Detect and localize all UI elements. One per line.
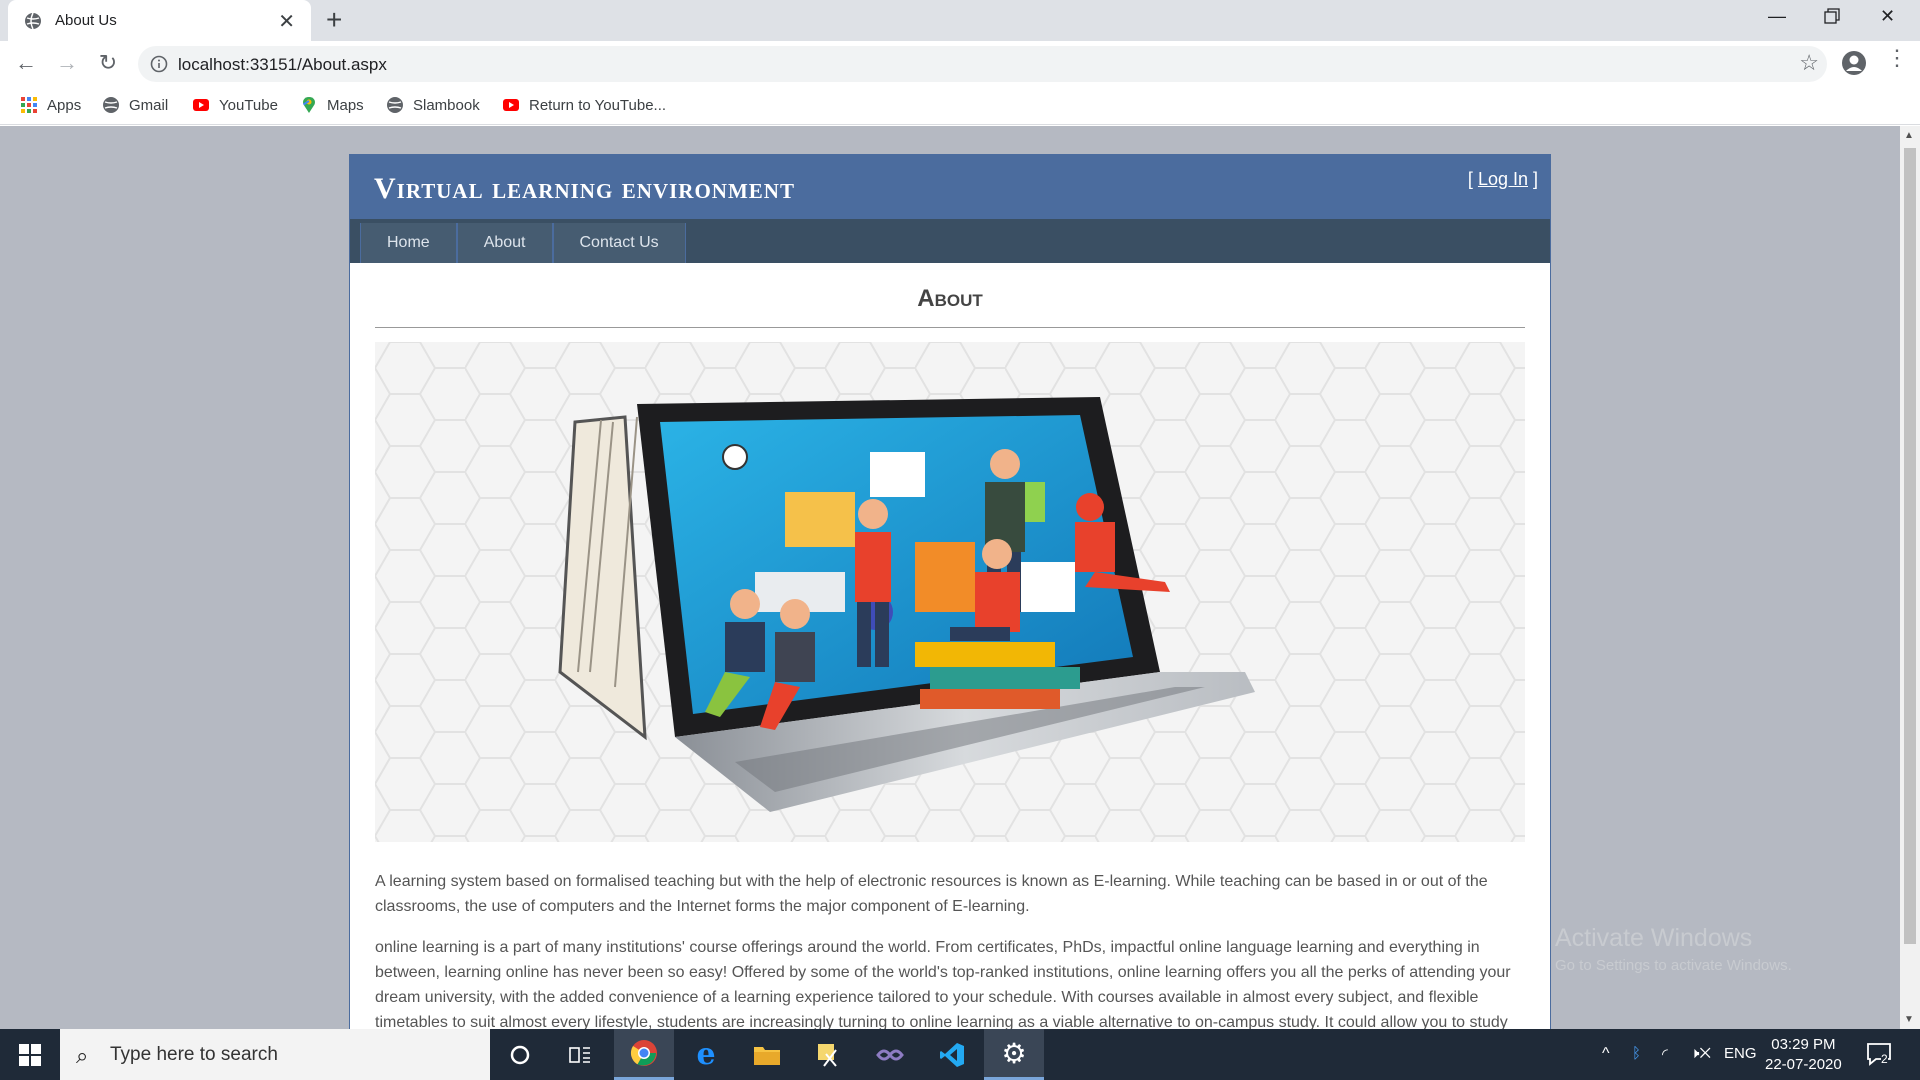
login-link[interactable]: Log In	[1478, 169, 1528, 189]
page-viewport: Virtual learning environment [ Log In ] …	[0, 126, 1900, 1029]
scroll-down-arrow-icon[interactable]: ▼	[1904, 1014, 1914, 1025]
bookmark-label: Maps	[327, 96, 364, 114]
chrome-taskbar-icon[interactable]	[614, 1029, 674, 1080]
site-nav: Home About Contact Us	[350, 219, 1550, 263]
bookmark-apps[interactable]: Apps	[20, 96, 81, 114]
nav-item-home[interactable]: Home	[360, 223, 457, 263]
close-window-icon[interactable]: ✕	[1880, 6, 1895, 27]
bookmark-label: Apps	[47, 96, 82, 114]
wifi-icon[interactable]: ◜	[1662, 1045, 1668, 1063]
minimize-icon[interactable]: —	[1768, 6, 1786, 27]
about-paragraph: A learning system based on formalised te…	[375, 873, 1488, 915]
globe-icon	[387, 97, 403, 113]
bookmark-gmail[interactable]: Gmail	[102, 96, 168, 114]
page-title: About	[375, 263, 1525, 328]
forward-icon[interactable]: →	[53, 49, 81, 77]
taskbar-search[interactable]: ⌕ Type here to search	[60, 1029, 490, 1080]
maps-pin-icon	[302, 97, 315, 113]
scrollbar-thumb[interactable]	[1904, 148, 1916, 944]
bookmarks-bar: Apps Gmail YouTube Maps Slambook Return …	[0, 87, 1920, 125]
snipping-tool-icon[interactable]	[799, 1029, 859, 1080]
login-bracket-open: [	[1467, 169, 1478, 189]
apps-grid-icon	[21, 97, 37, 113]
restore-icon[interactable]	[1824, 8, 1840, 29]
nav-item-about[interactable]: About	[456, 223, 553, 263]
language-indicator[interactable]: ENG	[1724, 1045, 1757, 1062]
address-bar[interactable]: localhost:33151/About.aspx ☆	[138, 46, 1827, 82]
about-paragraph: online learning is a part of many instit…	[375, 939, 1511, 1029]
bookmark-star-icon[interactable]: ☆	[1799, 50, 1819, 76]
info-icon[interactable]	[150, 55, 168, 73]
login-bracket-close: ]	[1527, 169, 1538, 189]
settings-gear-icon[interactable]: ⚙	[984, 1029, 1044, 1080]
nav-item-contact-us[interactable]: Contact Us	[552, 223, 686, 263]
show-hidden-icons-icon[interactable]: ^	[1602, 1045, 1610, 1063]
clock-time: 03:29 PM	[1771, 1036, 1836, 1053]
bookmark-return-to-youtube[interactable]: Return to YouTube...	[502, 96, 666, 114]
start-button[interactable]	[0, 1029, 60, 1080]
url-text: localhost:33151/About.aspx	[178, 55, 387, 74]
reload-icon[interactable]: ↻	[94, 49, 122, 77]
search-icon: ⌕	[76, 1043, 89, 1068]
watermark-title: Activate Windows	[1555, 924, 1753, 952]
cortana-icon[interactable]	[490, 1029, 550, 1080]
task-view-icon[interactable]	[550, 1029, 610, 1080]
search-placeholder: Type here to search	[110, 1044, 278, 1065]
windows-logo-icon	[19, 1043, 41, 1066]
bookmark-label: Slambook	[413, 96, 480, 114]
tab-strip: About Us ✕ + — ✕	[0, 0, 1920, 41]
youtube-icon	[193, 99, 209, 111]
volume-muted-icon[interactable]: 🕨✕	[1690, 1045, 1711, 1062]
browser-toolbar: ← → ↻ localhost:33151/About.aspx ☆ ⋮	[0, 41, 1920, 87]
login-area: [ Log In ]	[1468, 169, 1538, 190]
new-tab-button[interactable]: +	[326, 4, 342, 36]
main-content: About A learning system based on formali…	[350, 263, 1550, 1029]
windows-taskbar: ⌕ Type here to search e ⚙ ^ ᛒ ◜ 🕨✕ ENG 0…	[0, 1029, 1920, 1080]
page-scrollbar[interactable]: ▲ ▼	[1900, 126, 1920, 1029]
site-header: Virtual learning environment [ Log In ]	[350, 155, 1550, 219]
site-title: Virtual learning environment	[374, 172, 795, 205]
bookmark-slambook[interactable]: Slambook	[386, 96, 480, 114]
bookmark-label: Return to YouTube...	[529, 96, 667, 114]
vscode-icon[interactable]	[922, 1029, 982, 1080]
clock-date: 22-07-2020	[1765, 1056, 1842, 1073]
globe-icon	[25, 12, 41, 30]
close-tab-icon[interactable]: ✕	[278, 9, 295, 34]
menu-icon[interactable]: ⋮	[1886, 45, 1908, 71]
visual-studio-icon[interactable]	[860, 1029, 920, 1080]
page-container: Virtual learning environment [ Log In ] …	[349, 154, 1551, 1029]
notification-count: 2	[1881, 1052, 1888, 1066]
bookmark-label: YouTube	[219, 96, 278, 114]
edge-icon[interactable]: e	[676, 1029, 736, 1080]
taskbar-clock[interactable]: 03:29 PM 22-07-2020	[1765, 1035, 1842, 1075]
globe-icon	[103, 97, 119, 113]
youtube-icon	[503, 99, 519, 111]
tab-title: About Us	[55, 12, 117, 29]
browser-tab[interactable]: About Us ✕	[8, 0, 311, 41]
bookmark-youtube[interactable]: YouTube	[192, 96, 278, 114]
bookmark-maps[interactable]: Maps	[300, 96, 364, 114]
activate-windows-watermark: Activate Windows Go to Settings to activ…	[1555, 924, 1792, 974]
scroll-up-arrow-icon[interactable]: ▲	[1904, 130, 1914, 141]
bluetooth-icon[interactable]: ᛒ	[1632, 1045, 1641, 1062]
bookmark-label: Gmail	[129, 96, 169, 114]
file-explorer-icon[interactable]	[737, 1029, 797, 1080]
watermark-subtitle: Go to Settings to activate Windows.	[1555, 957, 1792, 974]
elearning-illustration	[375, 342, 1525, 842]
profile-icon[interactable]	[1840, 49, 1868, 77]
back-icon[interactable]: ←	[12, 49, 40, 77]
notification-center-icon[interactable]: 2	[1866, 1041, 1892, 1067]
